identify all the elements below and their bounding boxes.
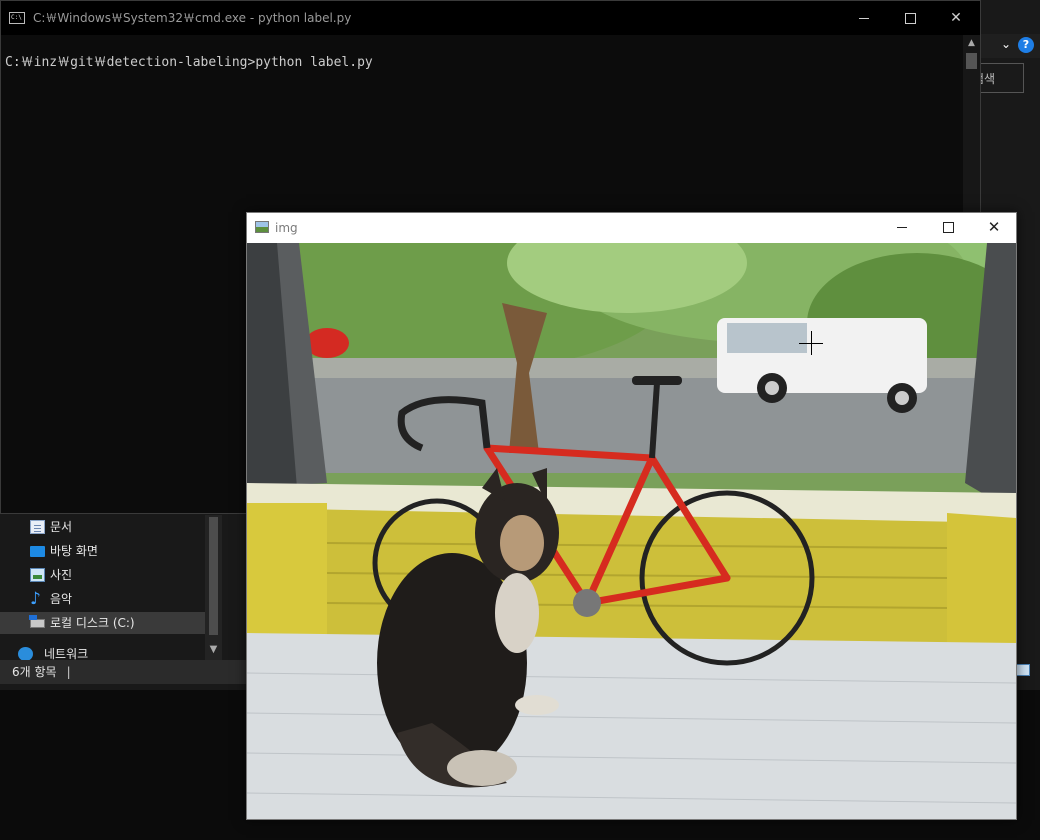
maximize-button[interactable]: [925, 213, 971, 243]
minimize-button[interactable]: [879, 213, 925, 243]
status-bar: 6개 항목 |: [0, 660, 246, 684]
pictures-icon: [30, 568, 45, 582]
scroll-up-arrow-icon[interactable]: ▲: [963, 35, 980, 51]
nav-item-label: 문서: [50, 520, 73, 534]
network-icon: [18, 647, 33, 661]
nav-item-label: 사진: [50, 568, 73, 582]
maximize-icon: [942, 222, 954, 233]
nav-item-local-disk[interactable]: 로컬 디스크 (C:): [0, 612, 205, 634]
ribbon-expand-chevron-icon[interactable]: ⌄: [998, 36, 1014, 52]
navigation-scrollbar[interactable]: ▼: [205, 515, 222, 660]
window-title: C:￦Windows￦System32￦cmd.exe - python lab…: [33, 11, 352, 25]
cmd-titlebar[interactable]: C:\ C:￦Windows￦System32￦cmd.exe - python…: [1, 1, 980, 35]
crosshair-cursor-vertical: [811, 331, 812, 355]
scroll-down-arrow-icon[interactable]: ▼: [205, 642, 222, 658]
image-canvas[interactable]: [247, 243, 1016, 819]
maximize-button[interactable]: [887, 1, 933, 35]
nav-item-desktop[interactable]: 바탕 화면: [0, 540, 205, 562]
prompt-line: C:￦inz￦git￦detection-labeling>python lab…: [5, 55, 373, 70]
item-count: 6개 항목: [12, 665, 57, 679]
close-button[interactable]: ✕: [933, 1, 979, 35]
photo-dog-bicycle-porch: [247, 243, 1016, 819]
cmd-app-icon[interactable]: C:\: [9, 12, 25, 24]
scrollbar-thumb[interactable]: [966, 53, 977, 69]
help-icon[interactable]: ?: [1018, 37, 1034, 53]
music-icon: ♪: [30, 589, 41, 609]
nav-item-pictures[interactable]: 사진: [0, 564, 205, 586]
nav-item-label: 네트워크: [44, 647, 89, 661]
drive-icon: [29, 615, 45, 628]
close-button[interactable]: ✕: [971, 213, 1017, 243]
desktop-icon: [30, 546, 45, 557]
maximize-icon: [904, 12, 916, 24]
window-title: img: [275, 221, 298, 235]
image-window: img ✕: [246, 212, 1017, 820]
nav-item-music[interactable]: ♪ 음악: [0, 588, 205, 610]
details-view-icon[interactable]: [1016, 664, 1030, 676]
image-app-icon[interactable]: [255, 221, 269, 233]
document-icon: [30, 520, 45, 534]
minimize-icon: [859, 17, 869, 19]
nav-item-label: 음악: [50, 592, 73, 606]
scrollbar-thumb[interactable]: [209, 517, 218, 635]
minimize-button[interactable]: [841, 1, 887, 35]
nav-item-label: 바탕 화면: [50, 544, 98, 558]
nav-item-documents[interactable]: 문서: [0, 516, 205, 538]
navigation-pane: 문서 바탕 화면 사진 ♪ 음악 로컬 디스크 (C:) 네트워크: [0, 515, 222, 661]
minimize-icon: [897, 227, 907, 228]
image-window-titlebar[interactable]: img ✕: [247, 213, 1016, 243]
status-separator: |: [66, 665, 71, 679]
nav-item-label: 로컬 디스크 (C:): [50, 616, 135, 630]
